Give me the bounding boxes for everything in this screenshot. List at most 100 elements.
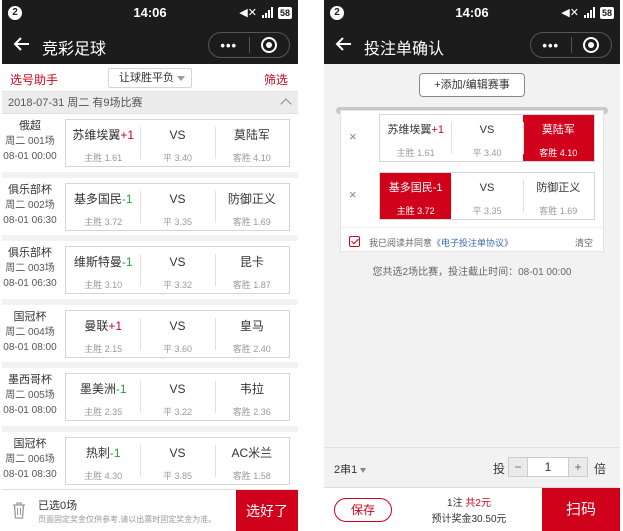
clear-button[interactable]: 清空 — [575, 236, 593, 249]
draw-option[interactable]: VS 平 3.35 — [140, 184, 214, 230]
away-team: 皇马 — [239, 318, 264, 333]
done-button[interactable]: 选好了 — [236, 490, 298, 531]
draw-option[interactable]: VS 平 3.60 — [140, 311, 214, 357]
home-team: 基多国民 — [388, 182, 433, 194]
home-team: 维斯特曼 — [73, 255, 122, 269]
draw-option[interactable]: VS 平 3.40 — [140, 120, 214, 166]
vs-label: VS — [169, 318, 186, 333]
vs-label: VS — [479, 124, 495, 136]
match-time: 08-01 08:00 — [3, 405, 57, 416]
stake-bar: 2串1 投 − 1 + 倍 — [324, 447, 620, 487]
home-win-option[interactable]: 基多国民-1 主胜 3.72 — [66, 184, 140, 230]
caret-down-icon — [360, 467, 367, 473]
away-odd: 客胜 4.10 — [539, 148, 578, 158]
away-odd: 客胜 1.69 — [539, 206, 578, 216]
multiplier-input[interactable]: 1 — [527, 458, 569, 476]
away-odd: 客胜 2.40 — [232, 343, 271, 354]
pass-type-selector[interactable]: 2串1 — [334, 461, 367, 477]
home-win-option[interactable]: 苏维埃翼+1 主胜 1.61 — [66, 120, 140, 166]
target-icon — [261, 37, 278, 53]
league-name: 俱乐部杯 — [8, 183, 52, 196]
agreement-link[interactable]: 《电子投注单协议》 — [432, 238, 513, 248]
home-win-option[interactable]: 维斯特曼-1 主胜 3.10 — [66, 247, 140, 293]
decrease-button[interactable]: − — [509, 458, 527, 476]
away-odd: 客胜 1.69 — [232, 216, 271, 227]
match-number: 周二 006场 — [5, 453, 55, 465]
home-win-option[interactable]: 墨美洲-1 主胜 2.35 — [66, 374, 140, 420]
total-cost: 共2元 — [465, 498, 491, 509]
save-button[interactable]: 保存 — [334, 498, 392, 522]
scan-code-button[interactable]: 扫码 — [542, 488, 620, 531]
date-group-label: 2018-07-31 周二 有9场比赛 — [8, 97, 143, 109]
odds-group: 热刺-1 主胜 4.30 VS 平 3.85 AC米兰 客胜 1.58 — [65, 436, 290, 485]
home-win-option[interactable]: 曼联+1 主胜 2.15 — [66, 311, 140, 357]
battery-icon: 58 — [599, 6, 614, 19]
draw-odd: 平 3.40 — [162, 153, 192, 163]
close-miniapp-button[interactable] — [249, 37, 289, 53]
away-odd: 客胜 4.10 — [232, 153, 271, 163]
date-group-header[interactable]: 2018-07-31 周二 有9场比赛 — [2, 92, 298, 114]
draw-option[interactable]: VS 平 3.32 — [140, 247, 214, 293]
miniapp-capsule: ••• — [530, 32, 612, 58]
odds-group: 苏维埃翼+1 主胜 1.61 VS 平 3.40 莫陆军 客胜 4.10 — [379, 114, 595, 162]
more-icon[interactable]: ••• — [531, 38, 571, 53]
pick-helper-link[interactable]: 选号助手 — [10, 71, 58, 88]
away-win-option-selected[interactable]: 莫陆军 客胜 4.10 — [522, 115, 594, 161]
mute-icon: ◀✕ — [561, 7, 579, 19]
away-team: AC米兰 — [231, 445, 273, 460]
match-info: 墨西哥杯 周二 005场 08-01 08:00 — [2, 368, 58, 425]
close-miniapp-button[interactable] — [571, 37, 611, 53]
home-win-option[interactable]: 热刺-1 主胜 4.30 — [66, 438, 140, 484]
filter-button[interactable]: 筛选 — [264, 71, 288, 88]
away-odd: 客胜 1.58 — [232, 470, 271, 481]
handicap: +1 — [120, 128, 135, 142]
match-time: 08-01 08:30 — [3, 468, 57, 480]
match-info: 俱乐部杯 周二 002场 08-01 06:30 — [2, 178, 58, 235]
back-arrow-icon[interactable] — [12, 34, 32, 54]
home-odd: 主胜 1.61 — [84, 153, 123, 163]
away-win-option[interactable]: 防御正义 客胜 1.69 — [522, 173, 594, 219]
match-number: 周二 002场 — [5, 199, 55, 211]
draw-option[interactable]: VS 平 3.85 — [140, 438, 214, 484]
agree-checkbox[interactable] — [349, 236, 360, 247]
home-win-option[interactable]: 苏维埃翼+1 主胜 1.61 — [380, 115, 451, 161]
handicap: +1 — [108, 318, 123, 333]
vs-label: VS — [169, 191, 186, 206]
remove-bet-icon[interactable]: × — [349, 187, 357, 202]
page-title: 竞彩足球 — [42, 41, 107, 58]
match-row: 国冠杯 周二 006场 08-01 08:30 热刺-1 主胜 4.30 VS … — [2, 431, 298, 489]
add-edit-match-button[interactable]: +添加/编辑赛事 — [419, 73, 525, 97]
bet-slip: × 苏维埃翼+1 主胜 1.61 VS 平 3.40 莫陆军 客胜 4.10 ×… — [340, 110, 604, 252]
draw-option[interactable]: VS 平 3.22 — [140, 374, 214, 420]
draw-odd: 平 3.85 — [162, 470, 192, 481]
remove-bet-icon[interactable]: × — [349, 129, 357, 144]
bet-slip-area: +添加/编辑赛事 × 苏维埃翼+1 主胜 1.61 VS 平 3.40 莫陆军 — [324, 64, 620, 487]
more-icon[interactable]: ••• — [209, 38, 249, 53]
trash-icon[interactable] — [12, 501, 26, 519]
away-team: 莫陆军 — [233, 128, 270, 142]
away-win-option[interactable]: 皇马 客胜 2.40 — [214, 311, 289, 357]
away-win-option[interactable]: 莫陆军 客胜 4.10 — [214, 120, 289, 166]
selection-bar: 已选0场 页面固定奖金仅供参考,请以出票时固定奖金为准。 选好了 — [2, 489, 298, 531]
draw-option[interactable]: VS 平 3.35 — [451, 173, 522, 219]
match-list-screen: 2 14:06 ◀✕ 58 竞彩足球 ••• 选号助手 让球胜平负 筛选 201… — [2, 0, 298, 531]
home-odd: 主胜 3.10 — [84, 280, 123, 290]
away-win-option[interactable]: 防御正义 客胜 1.69 — [214, 184, 289, 230]
away-win-option[interactable]: 昆卡 客胜 1.87 — [214, 247, 289, 293]
away-win-option[interactable]: AC米兰 客胜 1.58 — [214, 438, 289, 484]
home-team: 苏维埃翼 — [387, 124, 432, 136]
bet-row: × 基多国民-1 主胜 3.72 VS 平 3.35 防御正义 客胜 1.69 — [341, 169, 603, 223]
draw-odd: 平 3.35 — [472, 206, 502, 216]
chevron-up-icon — [280, 98, 292, 110]
draw-option[interactable]: VS 平 3.40 — [451, 115, 522, 161]
status-icons: ◀✕ 58 — [239, 6, 292, 19]
draw-odd: 平 3.35 — [162, 216, 192, 227]
play-type-dropdown[interactable]: 让球胜平负 — [108, 68, 192, 88]
increase-button[interactable]: + — [569, 458, 587, 476]
home-win-option-selected[interactable]: 基多国民-1 主胜 3.72 — [380, 173, 452, 219]
match-time: 08-01 08:00 — [3, 341, 57, 353]
away-win-option[interactable]: 韦拉 客胜 2.36 — [214, 374, 289, 420]
back-arrow-icon[interactable] — [334, 34, 354, 54]
vs-label: VS — [169, 255, 186, 269]
home-team: 墨美洲 — [79, 382, 116, 396]
